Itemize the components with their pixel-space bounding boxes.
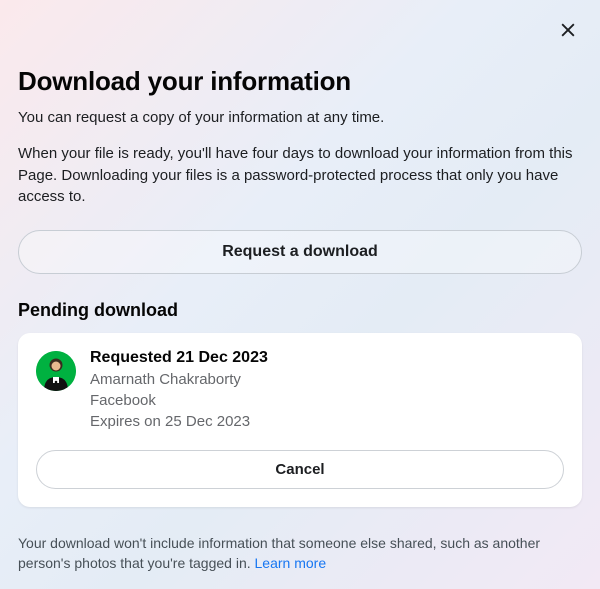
cancel-button[interactable]: Cancel [36,450,564,489]
pending-download-heading: Pending download [18,300,582,321]
card-row: Requested 21 Dec 2023 Amarnath Chakrabor… [36,349,564,432]
body-text: When your file is ready, you'll have fou… [18,143,582,208]
pending-download-card: Requested 21 Dec 2023 Amarnath Chakrabor… [18,333,582,507]
expiry-date: Expires on 25 Dec 2023 [90,411,564,432]
request-download-button[interactable]: Request a download [18,230,582,274]
avatar [36,351,76,391]
user-name: Amarnath Chakraborty [90,369,564,390]
close-button[interactable] [554,16,582,47]
platform-label: Facebook [90,390,564,411]
close-icon [558,28,578,43]
page-title: Download your information [18,66,582,97]
dialog-content: Download your information You can reques… [18,66,582,574]
learn-more-link[interactable]: Learn more [255,555,327,571]
card-info: Requested 21 Dec 2023 Amarnath Chakrabor… [90,349,564,432]
requested-date: Requested 21 Dec 2023 [90,349,564,367]
footer-text: Your download won't include information … [18,533,582,574]
intro-text: You can request a copy of your informati… [18,107,582,129]
